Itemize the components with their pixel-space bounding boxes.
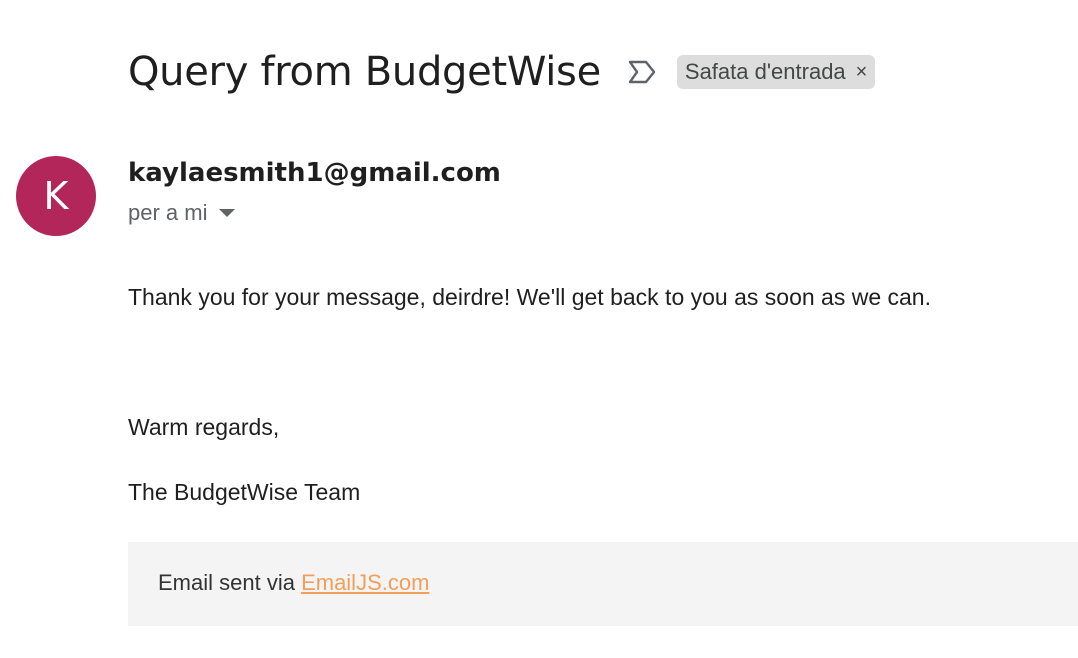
body-line-message: Thank you for your message, deirdre! We'… [128,284,931,310]
email-subject: Query from BudgetWise [128,49,601,95]
sender-avatar[interactable]: K [16,156,96,236]
email-footer: Email sent via EmailJS.com [128,542,1078,626]
body-line-signature: The BudgetWise Team [128,479,361,505]
emailjs-link[interactable]: EmailJS.com [301,570,429,595]
inbox-label-chip[interactable]: Safata d'entrada × [676,55,876,89]
footer-prefix: Email sent via [158,570,302,595]
subject-row: Query from BudgetWise Safata d'entrada × [128,44,876,100]
importance-marker-icon[interactable] [627,59,657,85]
body-line-regards: Warm regards, [128,414,280,440]
recipient-text: per a mi [128,200,208,225]
inbox-label-text: Safata d'entrada [684,59,846,84]
avatar-letter: K [43,174,69,218]
footer-text: Email sent via EmailJS.com [158,570,429,596]
sender-email[interactable]: kaylaesmith1@gmail.com [128,158,501,188]
email-view: Query from BudgetWise Safata d'entrada ×… [0,0,1078,658]
recipient-row: per a mi [128,200,236,226]
remove-label-icon[interactable]: × [856,62,868,82]
show-details-chevron-down-icon[interactable] [219,209,236,217]
